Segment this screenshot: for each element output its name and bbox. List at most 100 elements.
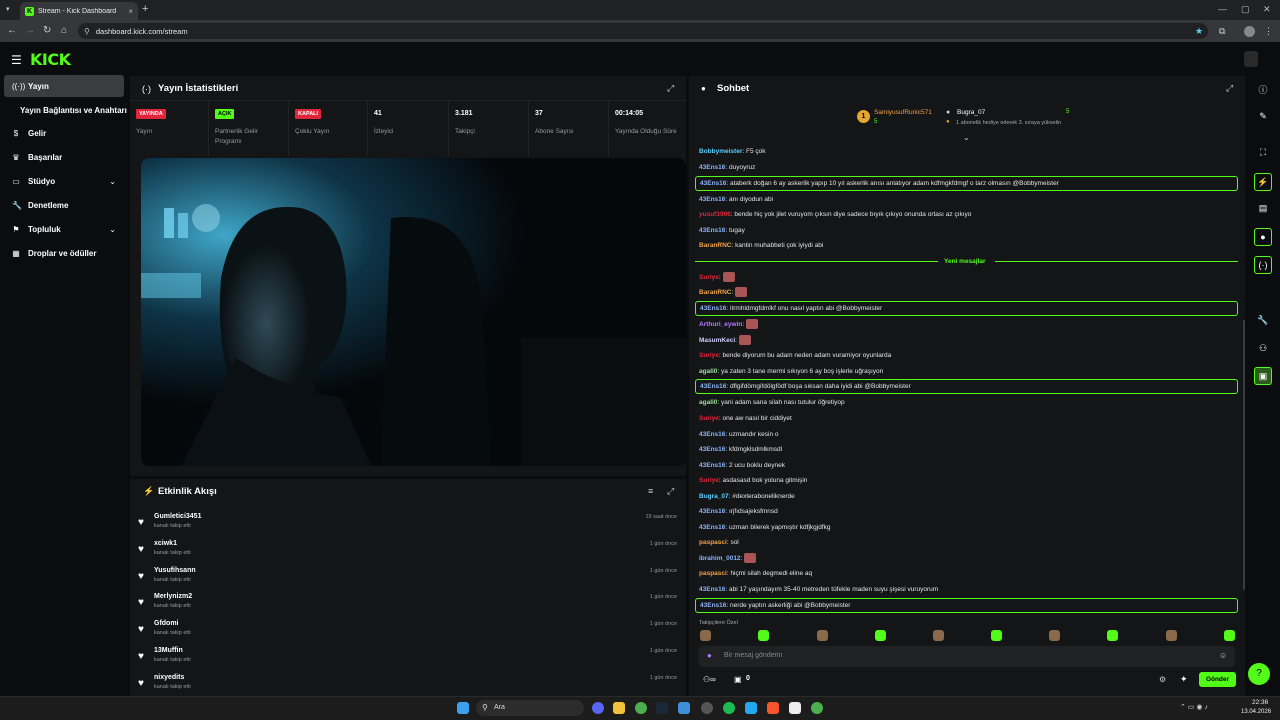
vscode-icon[interactable]	[745, 702, 757, 714]
chat-message[interactable]: Suriye: bende diyorum bu adam neden adam…	[699, 348, 1235, 362]
second-gifter-name[interactable]: Bugra_07	[957, 109, 985, 116]
site-info-icon[interactable]: ⚲	[84, 27, 90, 36]
kick-app-icon[interactable]: ▣	[1254, 367, 1272, 385]
chat-username[interactable]: 43Ens16	[700, 602, 726, 609]
chat-username[interactable]: 43Ens16	[699, 446, 725, 453]
send-button[interactable]: Gönder	[1199, 672, 1236, 687]
activity-username[interactable]: Yusufihsann	[154, 567, 196, 574]
chat-username[interactable]: 43Ens16	[700, 383, 726, 390]
points-icon[interactable]: ⚇∞	[703, 675, 716, 684]
popout-icon[interactable]: ⤢	[667, 486, 674, 497]
chat-message[interactable]: Bugra_07: #dexteraboneliknerde	[699, 489, 1235, 503]
chat-username[interactable]: Suriye	[699, 415, 719, 422]
edit-icon[interactable]: ✎	[1257, 111, 1269, 123]
chat-input[interactable]: ● Bir mesaj gönderin ☺	[699, 646, 1235, 667]
chat-username[interactable]: Arthuri_eywin	[699, 321, 742, 328]
kick-logo[interactable]: KICK	[30, 50, 71, 69]
chat-username[interactable]: 43Ens16	[699, 462, 725, 469]
chat-username[interactable]: Suriye	[699, 274, 719, 281]
chat-username[interactable]: 43Ens16	[699, 431, 725, 438]
emote-icon[interactable]	[1166, 630, 1177, 641]
help-chat-icon[interactable]: ?	[1248, 663, 1270, 685]
maximize-icon[interactable]: ▢	[1241, 4, 1250, 15]
close-window-icon[interactable]: ✕	[1263, 4, 1271, 15]
mod-tools-icon[interactable]: ✦	[1180, 674, 1188, 685]
chat-username[interactable]: agali0	[699, 399, 717, 406]
broadcast-panel-icon[interactable]: (·)	[1254, 256, 1272, 274]
emote-icon[interactable]	[1049, 630, 1060, 641]
browser-tab[interactable]: K Stream - Kick Dashboard ×	[20, 2, 138, 20]
bookmark-star-icon[interactable]: ★	[1195, 26, 1203, 37]
emote-icon[interactable]	[991, 630, 1002, 641]
stream-preview-video[interactable]	[141, 158, 686, 466]
chrome-icon[interactable]	[635, 702, 647, 714]
reload-icon[interactable]: ↻	[43, 25, 51, 36]
chat-message[interactable]: 43Ens16: 2 ucu boklu deynek	[699, 458, 1235, 472]
profile-avatar[interactable]	[1244, 26, 1255, 37]
activity-username[interactable]: Gumletici3451	[154, 513, 201, 520]
sidebar-item-basarilar[interactable]: ♛ Başarılar	[4, 146, 124, 168]
spotify-icon[interactable]	[723, 702, 735, 714]
chat-message[interactable]: ibrahim_0012:	[699, 551, 1235, 565]
chat-message[interactable]: BaranRNC:	[699, 285, 1235, 299]
fullscreen-icon[interactable]: ⛶	[1257, 147, 1269, 159]
chat-username[interactable]: 43Ens16	[699, 508, 725, 515]
steam-icon[interactable]	[656, 702, 668, 714]
chat-username[interactable]: BaranRNC	[699, 289, 732, 296]
obs-icon[interactable]	[701, 702, 713, 714]
chat-message[interactable]: Suriye: one aw nasıl bir ciddiyet	[699, 411, 1235, 425]
chat-message-highlighted[interactable]: 43Ens16: nerde yaptın askerliği abi @Bob…	[695, 598, 1238, 613]
extensions-icon[interactable]: ⧉	[1219, 26, 1225, 37]
chat-message-highlighted[interactable]: 43Ens16: itrmhldmgfdmlkf onu nasıl yaptı…	[695, 301, 1238, 316]
community-icon[interactable]: ⚇	[1257, 343, 1269, 355]
emote-icon[interactable]	[700, 630, 711, 641]
chat-username[interactable]: 43Ens16	[699, 227, 725, 234]
chat-message[interactable]: 43Ens16: ırjfıdsajeksfmnsd	[699, 504, 1235, 518]
chat-username[interactable]: Bobbymeister	[699, 148, 742, 155]
chat-username[interactable]: 43Ens16	[699, 524, 725, 531]
tab-search-icon[interactable]: ▾	[6, 5, 10, 13]
chat-message[interactable]: MasumKeci:	[699, 333, 1235, 347]
chat-message[interactable]: Suriye: asdasasd bok yoluna gitmişin	[699, 473, 1235, 487]
chevron-down-icon[interactable]: ⌄	[963, 133, 970, 142]
chat-message[interactable]: yusuf1906: bende hiç yok jilet vuruyom ç…	[699, 207, 1235, 221]
address-bar[interactable]: ⚲ dashboard.kick.com/stream	[78, 23, 1208, 39]
top-gifter-name[interactable]: SamiyusufRunic571	[874, 109, 932, 116]
chat-message[interactable]: Bobbymeister: F5 çok	[699, 144, 1235, 158]
sidebar-item-droplar[interactable]: ▦ Droplar ve ödüller	[4, 242, 124, 264]
activity-panel-icon[interactable]: ⚡	[1254, 173, 1272, 191]
activity-username[interactable]: Merlynizm2	[154, 593, 192, 600]
chat-username[interactable]: Suriye	[699, 352, 719, 359]
activity-username[interactable]: 13Muffin	[154, 647, 183, 654]
chat-username[interactable]: paspasci	[699, 539, 727, 546]
sidebar-item-stream-key[interactable]: Yayın Bağlantısı ve Anahtarı	[4, 99, 127, 121]
sidebar-item-yayin[interactable]: ((·)) Yayın	[4, 75, 124, 97]
chat-username[interactable]: agali0	[699, 368, 717, 375]
wrench-icon[interactable]: 🔧	[1257, 315, 1269, 327]
taskbar-search[interactable]: ⚲ Ara	[476, 700, 584, 716]
tray-icons[interactable]: ⌃ ▭ ◉ ♪	[1180, 703, 1208, 711]
file-explorer-icon[interactable]	[613, 702, 625, 714]
gift-icon[interactable]: ▣	[734, 675, 742, 684]
emote-icon[interactable]	[1107, 630, 1118, 641]
emote-icon[interactable]	[875, 630, 886, 641]
emote-icon[interactable]	[1224, 630, 1235, 641]
activity-username[interactable]: nixyedits	[154, 674, 184, 681]
activity-username[interactable]: xciwk1	[154, 540, 177, 547]
chat-message[interactable]: BaranRNC: kantin muhabbeti çok iyiydi ab…	[699, 238, 1235, 252]
chat-username[interactable]: 43Ens16	[700, 180, 726, 187]
chat-message[interactable]: paspasci: sol	[699, 535, 1235, 549]
chat-message[interactable]: 43Ens16: uzman bilerek yapmıştır kdfjkgj…	[699, 520, 1235, 534]
app-icon[interactable]	[678, 702, 690, 714]
chat-message[interactable]: 43Ens16: anı diyodun abi	[699, 192, 1235, 206]
home-icon[interactable]: ⌂	[61, 25, 67, 36]
chat-message[interactable]: 43Ens16: kfdmgklsdmlkmsdl	[699, 442, 1235, 456]
chat-username[interactable]: BaranRNC	[699, 242, 732, 249]
chat-message-highlighted[interactable]: 43Ens16: dflgifdömgifdölgfödf boşa sıksa…	[695, 379, 1238, 394]
user-avatar[interactable]	[1244, 51, 1258, 67]
browser-menu-icon[interactable]: ⋮	[1264, 26, 1273, 37]
chat-username[interactable]: Bugra_07	[699, 493, 729, 500]
back-icon[interactable]: ←	[7, 25, 17, 36]
emote-icon[interactable]	[758, 630, 769, 641]
emote-icon[interactable]	[817, 630, 828, 641]
